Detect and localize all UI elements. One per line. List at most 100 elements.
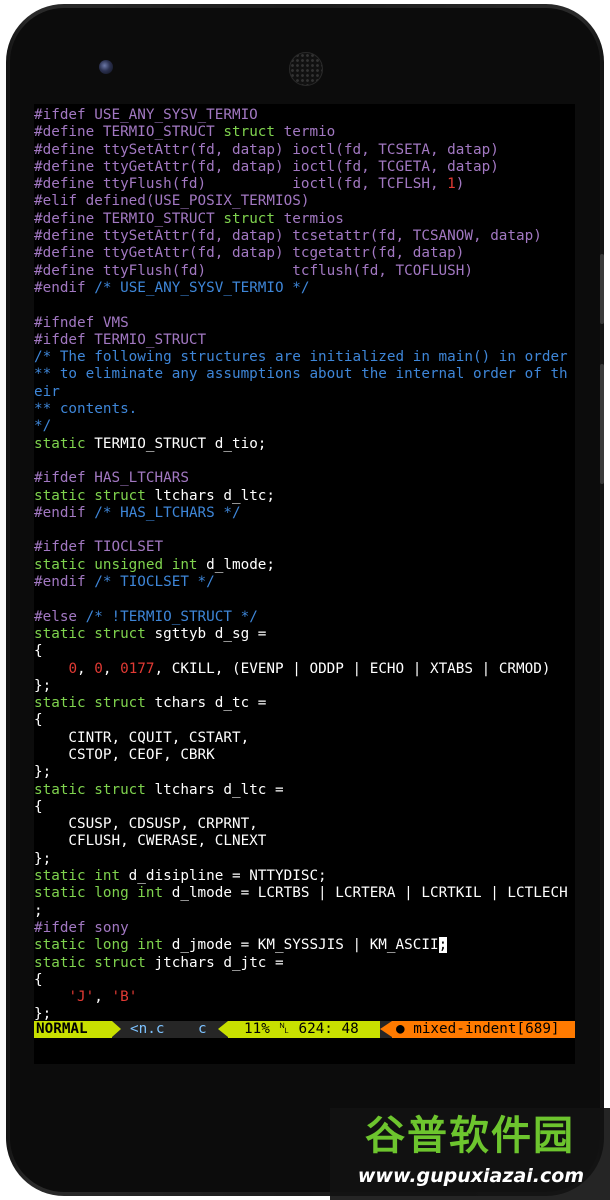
code-token: /* !TERMIO_STRUCT */: [85, 608, 258, 625]
code-token: ,: [94, 989, 112, 1006]
code-token: static long int: [34, 885, 164, 902]
code-token: jtchars d_jtc =: [145, 954, 284, 971]
code-token: static unsigned int: [34, 556, 198, 573]
code-line: #else /* !TERMIO_STRUCT */: [34, 609, 575, 626]
code-token: static struct: [34, 487, 146, 504]
code-token: #endif: [34, 279, 95, 296]
volume-button: [600, 364, 604, 484]
code-line: };: [34, 851, 575, 868]
code-line: 'J', 'B': [34, 989, 575, 1006]
code-token: , CKILL, (EVENP | ODDP | ECHO | XTABS | …: [154, 660, 551, 677]
code-line: static struct jtchars d_jtc =: [34, 955, 575, 972]
code-line: #define TERMIO_STRUCT struct termios: [34, 211, 575, 228]
code-token: static struct: [34, 695, 146, 712]
code-token: #ifdef TIOCLSET: [34, 539, 164, 556]
terminal-screen[interactable]: #ifdef USE_ANY_SYSV_TERMIO #define TERMIO…: [34, 104, 575, 1064]
code-token: {: [34, 643, 43, 660]
code-editor[interactable]: #ifdef USE_ANY_SYSV_TERMIO #define TERMIO…: [34, 107, 575, 1024]
code-token: #ifdef USE_ANY_SYSV_TERMIO: [34, 107, 258, 123]
code-token: static int: [34, 868, 121, 885]
code-line: CINTR, CQUIT, CSTART,: [34, 730, 575, 747]
code-token: termios: [275, 210, 344, 227]
code-line: eir: [34, 384, 575, 401]
code-line: #define ttyGetAttr(fd, datap) tcgetattr(…: [34, 245, 575, 262]
code-line: CFLUSH, CWERASE, CLNEXT: [34, 833, 575, 850]
code-line: ** contents.: [34, 401, 575, 418]
code-line: #define ttySetAttr(fd, datap) ioctl(fd, …: [34, 142, 575, 159]
code-line: /* The following structures are initiali…: [34, 349, 575, 366]
code-token: #ifdef HAS_LTCHARS: [34, 470, 189, 487]
code-token: #endif: [34, 504, 95, 521]
code-line: ** to eliminate any assumptions about th…: [34, 366, 575, 383]
code-token: {: [34, 971, 43, 988]
code-token: #define ttyGetAttr(fd, datap) ioctl(fd, …: [34, 158, 499, 175]
code-token: {: [34, 712, 43, 729]
code-line: #ifdef sony: [34, 920, 575, 937]
file-name: <n.c: [130, 1021, 165, 1037]
code-token: d_jmode = KM_SYSSJIS | KM_ASCII: [163, 937, 439, 954]
power-button: [600, 254, 604, 324]
code-line: {: [34, 643, 575, 660]
code-token: 0177: [120, 660, 155, 677]
code-token: };: [34, 677, 52, 694]
code-line: #ifdef TIOCLSET: [34, 539, 575, 556]
code-token: CSTOP, CEOF, CBRK: [34, 746, 215, 763]
code-line: static struct ltchars d_ltc;: [34, 488, 575, 505]
code-token: ,: [77, 660, 95, 677]
mode-separator: [112, 1021, 121, 1037]
text-cursor: ;: [438, 937, 448, 954]
code-token: struct: [223, 210, 276, 227]
code-token: eir: [34, 383, 60, 400]
code-line: ;: [34, 903, 575, 920]
mode-indicator: NORMAL: [34, 1021, 112, 1038]
code-token: {: [34, 798, 43, 815]
code-token: 'J': [68, 989, 95, 1006]
code-token: static struct: [34, 954, 146, 971]
code-line: #ifdef HAS_LTCHARS: [34, 470, 575, 487]
code-token: struct: [223, 124, 276, 141]
code-token: #define TERMIO_STRUCT: [34, 124, 224, 141]
code-token: static struct: [34, 781, 146, 798]
code-line: static int d_disipline = NTTYDISC;: [34, 868, 575, 885]
code-token: ** contents.: [34, 401, 138, 418]
code-line: #ifndef VMS: [34, 315, 575, 332]
code-line: */: [34, 418, 575, 435]
code-line: static struct tchars d_tc =: [34, 695, 575, 712]
code-token: ltchars d_ltc;: [145, 487, 276, 504]
watermark-url: www.gupuxiazai.com: [357, 1165, 585, 1187]
code-line: static long int d_jmode = KM_SYSSJIS | K…: [34, 937, 575, 954]
code-line: CSTOP, CEOF, CBRK: [34, 747, 575, 764]
earpiece-speaker-icon: [289, 52, 323, 86]
warning-separator: [380, 1021, 392, 1037]
code-token: /* USE_ANY_SYSV_TERMIO */: [94, 279, 310, 296]
code-line: #define ttyGetAttr(fd, datap) ioctl(fd, …: [34, 159, 575, 176]
code-token: #define ttySetAttr(fd, datap) tcsetattr(…: [34, 228, 542, 245]
code-line: static unsigned int d_lmode;: [34, 557, 575, 574]
code-line: #endif /* TIOCLSET */: [34, 574, 575, 591]
code-token: ;: [34, 902, 43, 919]
code-token: /* TIOCLSET */: [94, 574, 215, 591]
vim-statusline: NORMAL <n.c c 11% ␤ 624: 48 ● mixed-inde…: [34, 1021, 575, 1038]
code-line: #ifdef USE_ANY_SYSV_TERMIO: [34, 107, 575, 124]
code-token: ** to eliminate any assumptions about th…: [34, 366, 568, 383]
code-token: static struct: [34, 625, 146, 642]
code-token: tchars d_tc =: [145, 695, 267, 712]
code-line: };: [34, 678, 575, 695]
code-line: static struct ltchars d_ltc =: [34, 782, 575, 799]
code-token: #elif defined(USE_POSIX_TERMIOS): [34, 193, 310, 210]
code-token: 0: [68, 660, 78, 677]
code-token: static long int: [34, 937, 164, 954]
code-line: static long int d_lmode = LCRTBS | LCRTE…: [34, 885, 575, 902]
code-token: #else: [34, 608, 86, 625]
code-token: ): [455, 176, 465, 193]
code-line: };: [34, 764, 575, 781]
code-token: };: [34, 850, 52, 867]
code-token: #define ttyFlush(fd) ioctl(fd, TCFLSH,: [34, 176, 448, 193]
code-line: CSUSP, CDSUSP, CRPRNT,: [34, 816, 575, 833]
code-token: /* HAS_LTCHARS */: [94, 504, 241, 521]
code-token: #define ttySetAttr(fd, datap) ioctl(fd, …: [34, 141, 499, 158]
